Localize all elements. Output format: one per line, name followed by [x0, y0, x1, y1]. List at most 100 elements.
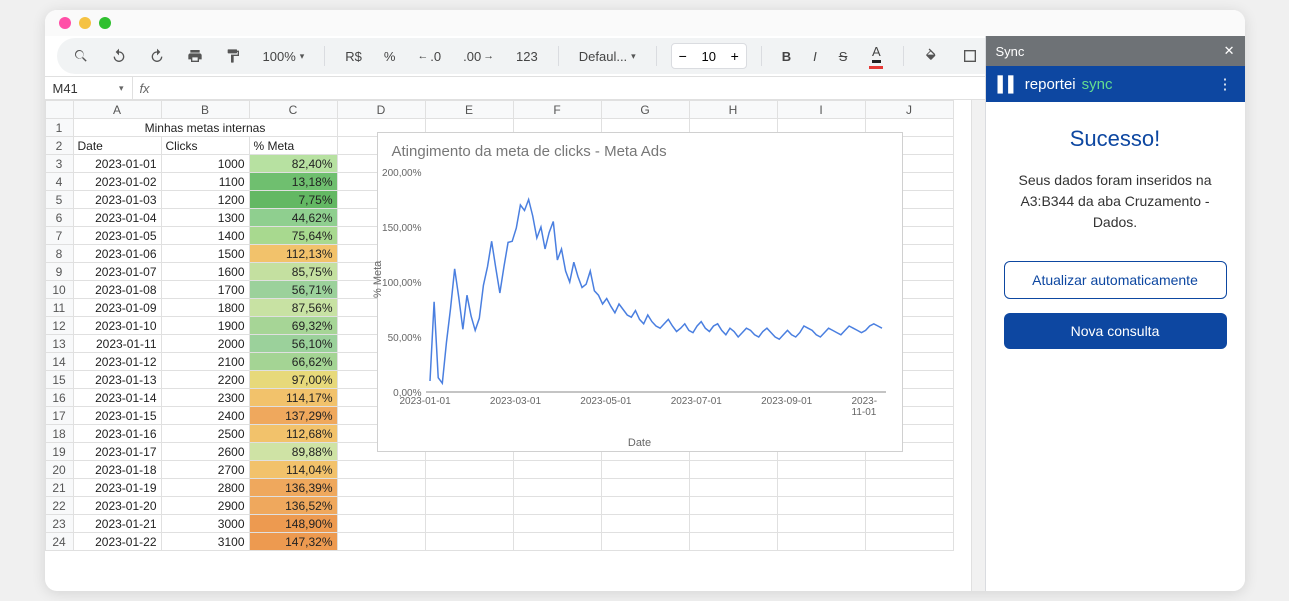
- cell[interactable]: 56,10%: [249, 335, 337, 353]
- auto-update-button[interactable]: Atualizar automaticamente: [1004, 261, 1227, 299]
- cell[interactable]: 75,64%: [249, 227, 337, 245]
- col-header[interactable]: J: [865, 101, 953, 119]
- cell[interactable]: 137,29%: [249, 407, 337, 425]
- row-header[interactable]: 1: [45, 119, 73, 137]
- cell[interactable]: [689, 497, 777, 515]
- cell[interactable]: 2023-01-22: [73, 533, 161, 551]
- cell[interactable]: 148,90%: [249, 515, 337, 533]
- maximize-window-icon[interactable]: [99, 17, 111, 29]
- cell[interactable]: Clicks: [161, 137, 249, 155]
- cell[interactable]: [601, 461, 689, 479]
- cell[interactable]: 2023-01-13: [73, 371, 161, 389]
- cell[interactable]: 2900: [161, 497, 249, 515]
- cell[interactable]: [777, 497, 865, 515]
- cell[interactable]: 2023-01-20: [73, 497, 161, 515]
- cell[interactable]: [689, 479, 777, 497]
- cell[interactable]: 1700: [161, 281, 249, 299]
- cell[interactable]: 136,39%: [249, 479, 337, 497]
- cell[interactable]: [513, 461, 601, 479]
- cell[interactable]: 2300: [161, 389, 249, 407]
- row-header[interactable]: 8: [45, 245, 73, 263]
- cell[interactable]: 82,40%: [249, 155, 337, 173]
- cell[interactable]: % Meta: [249, 137, 337, 155]
- strike-button[interactable]: S: [833, 45, 854, 68]
- cell[interactable]: [601, 479, 689, 497]
- cell[interactable]: 2000: [161, 335, 249, 353]
- cell[interactable]: 112,68%: [249, 425, 337, 443]
- cell[interactable]: 2100: [161, 353, 249, 371]
- cell[interactable]: 1300: [161, 209, 249, 227]
- cell[interactable]: 2023-01-11: [73, 335, 161, 353]
- cell[interactable]: [425, 479, 513, 497]
- fontsize-stepper[interactable]: − +: [671, 43, 747, 69]
- italic-button[interactable]: I: [807, 45, 823, 68]
- cell[interactable]: 3000: [161, 515, 249, 533]
- cell[interactable]: 2023-01-09: [73, 299, 161, 317]
- cell[interactable]: 7,75%: [249, 191, 337, 209]
- close-icon[interactable]: ✕: [1224, 43, 1235, 59]
- row-header[interactable]: 18: [45, 425, 73, 443]
- cell[interactable]: 2500: [161, 425, 249, 443]
- print-icon[interactable]: [181, 44, 209, 68]
- row-header[interactable]: 7: [45, 227, 73, 245]
- zoom-dropdown[interactable]: 100%: [257, 45, 311, 68]
- row-header[interactable]: 4: [45, 173, 73, 191]
- fontsize-decrease-button[interactable]: −: [672, 44, 694, 68]
- row-header[interactable]: 21: [45, 479, 73, 497]
- cell[interactable]: [425, 497, 513, 515]
- row-header[interactable]: 10: [45, 281, 73, 299]
- decrease-decimal-button[interactable]: ←.0: [411, 45, 447, 68]
- vertical-scrollbar[interactable]: [971, 100, 985, 591]
- cell[interactable]: 2023-01-17: [73, 443, 161, 461]
- cell[interactable]: [337, 479, 425, 497]
- col-header[interactable]: F: [513, 101, 601, 119]
- cell[interactable]: 89,88%: [249, 443, 337, 461]
- row-header[interactable]: 23: [45, 515, 73, 533]
- cell[interactable]: 85,75%: [249, 263, 337, 281]
- cell[interactable]: [777, 533, 865, 551]
- cell[interactable]: [777, 515, 865, 533]
- cell[interactable]: 2700: [161, 461, 249, 479]
- col-header[interactable]: C: [249, 101, 337, 119]
- cell[interactable]: 66,62%: [249, 353, 337, 371]
- row-header[interactable]: 17: [45, 407, 73, 425]
- cell[interactable]: [513, 497, 601, 515]
- cell[interactable]: 97,00%: [249, 371, 337, 389]
- cell[interactable]: [337, 497, 425, 515]
- cell[interactable]: 1200: [161, 191, 249, 209]
- cell[interactable]: 2600: [161, 443, 249, 461]
- row-header[interactable]: 11: [45, 299, 73, 317]
- cell[interactable]: 114,17%: [249, 389, 337, 407]
- cell[interactable]: [689, 461, 777, 479]
- redo-icon[interactable]: [143, 44, 171, 68]
- col-header[interactable]: A: [73, 101, 161, 119]
- row-header[interactable]: 20: [45, 461, 73, 479]
- row-header[interactable]: 13: [45, 335, 73, 353]
- row-header[interactable]: 14: [45, 353, 73, 371]
- row-header[interactable]: 9: [45, 263, 73, 281]
- cell[interactable]: [865, 497, 953, 515]
- fontsize-increase-button[interactable]: +: [724, 44, 746, 68]
- row-header[interactable]: 22: [45, 497, 73, 515]
- cell[interactable]: [513, 515, 601, 533]
- formula-input[interactable]: [157, 77, 985, 99]
- cell[interactable]: Date: [73, 137, 161, 155]
- row-header[interactable]: 2: [45, 137, 73, 155]
- cell[interactable]: [337, 533, 425, 551]
- fontsize-input[interactable]: [694, 49, 724, 64]
- font-dropdown[interactable]: Defaul...: [573, 45, 642, 68]
- borders-button[interactable]: [956, 44, 984, 68]
- cell[interactable]: 3100: [161, 533, 249, 551]
- increase-decimal-button[interactable]: .00→: [457, 45, 500, 68]
- cell[interactable]: 2023-01-21: [73, 515, 161, 533]
- cell[interactable]: Minhas metas internas: [73, 119, 337, 137]
- select-all-cell[interactable]: [45, 101, 73, 119]
- cell[interactable]: 2023-01-03: [73, 191, 161, 209]
- col-header[interactable]: I: [777, 101, 865, 119]
- cell[interactable]: [513, 479, 601, 497]
- cell[interactable]: 114,04%: [249, 461, 337, 479]
- cell[interactable]: 2400: [161, 407, 249, 425]
- row-header[interactable]: 15: [45, 371, 73, 389]
- cell[interactable]: 2023-01-01: [73, 155, 161, 173]
- cell[interactable]: [425, 515, 513, 533]
